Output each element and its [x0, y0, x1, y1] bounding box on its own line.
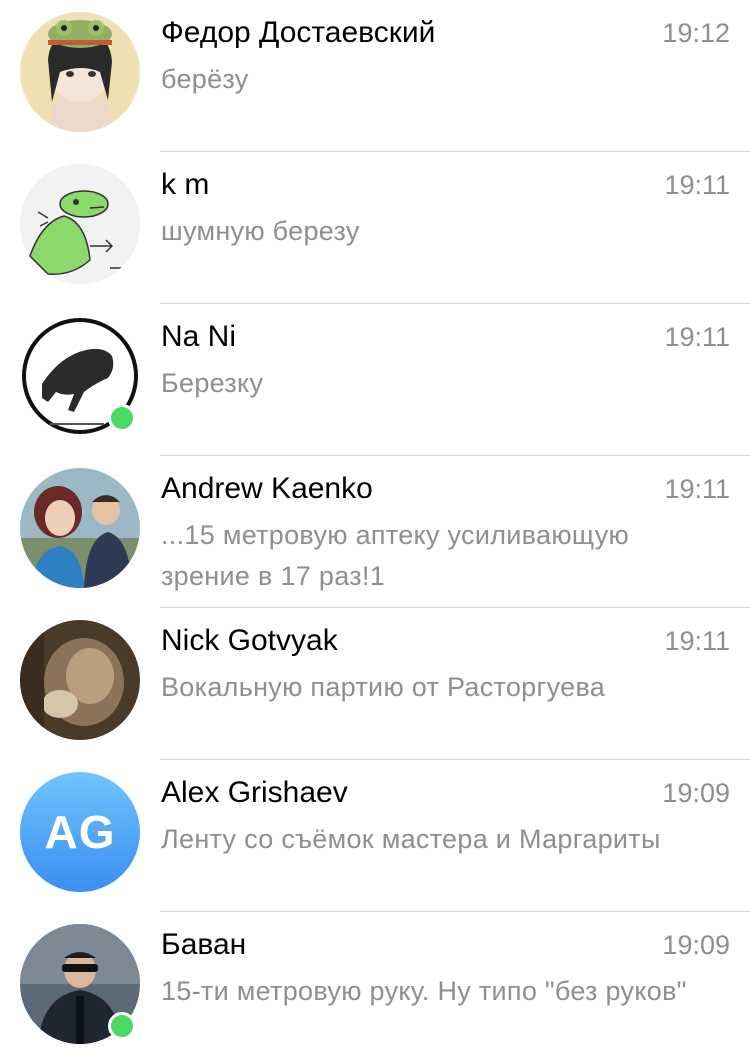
- online-indicator: [108, 404, 136, 432]
- chat-time: 19:11: [664, 626, 730, 656]
- avatar[interactable]: [20, 620, 140, 740]
- chat-name: k m: [161, 168, 210, 201]
- chat-time: 19:09: [662, 778, 730, 808]
- chat-time: 19:11: [664, 170, 730, 200]
- avatar[interactable]: [20, 164, 140, 284]
- chat-message-preview: шумную березу: [161, 216, 360, 246]
- chat-name: Nick Gotvyak: [161, 624, 338, 657]
- chat-time: 19:11: [664, 474, 730, 504]
- avatar[interactable]: [20, 12, 140, 132]
- chat-row[interactable]: Andrew Kaenko 19:11 ...15 метровую аптек…: [0, 456, 750, 608]
- chat-name: Na Ni: [161, 320, 237, 353]
- avatar[interactable]: [20, 316, 140, 436]
- avatar[interactable]: [20, 924, 140, 1044]
- chat-name: Alex Grishaev: [161, 776, 348, 809]
- online-indicator: [108, 1012, 136, 1040]
- chat-name: Федор Достаевский: [161, 16, 436, 49]
- chat-row[interactable]: AG Alex Grishaev 19:09 Ленту со съёмок м…: [0, 760, 750, 912]
- avatar[interactable]: [20, 468, 140, 588]
- avatar-image: [20, 620, 140, 740]
- avatar-image: [20, 12, 140, 132]
- chat-time: 19:11: [664, 322, 730, 352]
- chat-message-preview: берёзу: [161, 64, 249, 94]
- chat-message-preview: 15-ти метровую руку. Ну типо "без руков": [161, 976, 687, 1006]
- chat-row[interactable]: k m 19:11 шумную березу: [0, 152, 750, 304]
- chat-message-preview: Вокальную партию от Расторгуева: [161, 672, 606, 702]
- avatar[interactable]: AG: [20, 772, 140, 892]
- chat-row[interactable]: Nick Gotvyak 19:11 Вокальную партию от Р…: [0, 608, 750, 760]
- chat-message-preview: ...15 метровую аптеку усиливающую зрение…: [161, 520, 630, 591]
- chat-message-preview: Березку: [161, 368, 264, 398]
- chat-list: Федор Достаевский 19:12 берёзу k m 19:11…: [0, 0, 750, 1058]
- chat-row[interactable]: Na Ni 19:11 Березку: [0, 304, 750, 456]
- avatar-image: [20, 164, 140, 284]
- avatar-image: [20, 468, 140, 588]
- chat-row[interactable]: Федор Достаевский 19:12 берёзу: [0, 0, 750, 152]
- avatar-initials: AG: [20, 772, 140, 892]
- chat-row[interactable]: Баван 19:09 15-ти метровую руку. Ну типо…: [0, 912, 750, 1058]
- chat-time: 19:09: [662, 930, 730, 960]
- chat-name: Баван: [161, 928, 247, 961]
- chat-time: 19:12: [662, 18, 730, 48]
- chat-name: Andrew Kaenko: [161, 472, 373, 505]
- chat-message-preview: Ленту со съёмок мастера и Маргариты: [161, 824, 661, 854]
